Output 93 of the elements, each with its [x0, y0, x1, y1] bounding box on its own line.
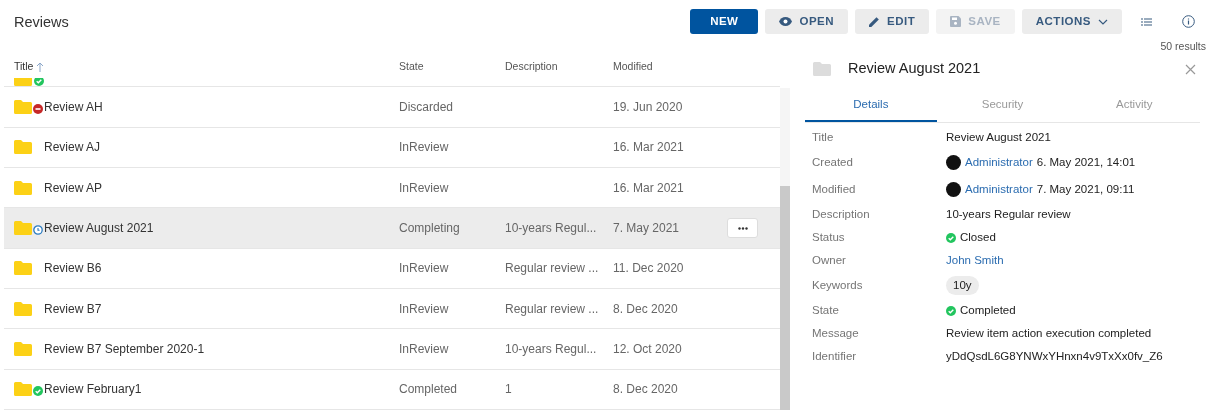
field-label: Keywords [812, 277, 864, 293]
table-cell-text: Review August 2021 [44, 220, 154, 238]
more-button[interactable] [727, 218, 758, 239]
field-value: 6. May 2021, 14:01 [1036, 154, 1136, 170]
toolbar-button[interactable]: NEW [690, 9, 759, 34]
pencil-icon [869, 16, 881, 27]
toolbar-button[interactable]: EDIT [855, 9, 930, 34]
table-cell-text: Review AJ [44, 139, 101, 157]
eye-icon [779, 17, 793, 26]
table-cell-text: Review B7 September 2020-1 [44, 341, 205, 358]
check-circle-icon [33, 386, 43, 397]
avatar-icon [946, 155, 961, 170]
toolbar-button[interactable]: ACTIONS [1021, 9, 1122, 34]
results-count: 50 results [1160, 39, 1206, 54]
clock-icon [33, 225, 43, 236]
table-cell: 1 [505, 382, 512, 397]
field-value: 7. May 2021, 09:11 [1036, 181, 1135, 197]
folder-icon [14, 100, 32, 115]
table-row[interactable]: Review August 2021 Completing 10-years Regul... 7. May 2021 [4, 208, 780, 249]
owner-link[interactable]: John Smith [946, 251, 1004, 270]
table-cell: 19. Jun 2020 [613, 100, 683, 115]
chevron-down-icon [1098, 18, 1108, 25]
sort-up-icon [36, 61, 45, 72]
folder-icon [14, 301, 32, 316]
user-link[interactable]: Administrator [965, 180, 1033, 199]
save-icon [950, 16, 962, 27]
table-cell-text: Review February1 [44, 381, 142, 399]
folder-icon [813, 62, 831, 76]
user-link[interactable]: Administrator [965, 153, 1033, 172]
column-header[interactable]: Modified [613, 59, 653, 72]
table-cell: 11. Dec 2020 [613, 261, 684, 276]
field-value: Review item action execution completed [946, 325, 1152, 341]
table-cell: Regular review ... [505, 261, 599, 276]
toolbar-button[interactable]: OPEN [765, 9, 849, 34]
check-circle-icon [946, 232, 956, 243]
status-value: Closed [960, 229, 996, 245]
table-cell: Completing [399, 221, 460, 236]
folder-icon [14, 140, 32, 155]
field-label: Identifier [812, 348, 858, 364]
field-label: Owner [812, 252, 847, 268]
table-cell: Regular review ... [505, 301, 599, 316]
folder-icon [14, 77, 32, 87]
field-label: Status [812, 229, 846, 245]
field-value: yDdQsdL6G8YNWxYHnxn4v9TxXx0fv_Z6 [946, 348, 1163, 364]
table-cell: InReview [399, 180, 449, 195]
column-header[interactable]: State [399, 59, 424, 72]
field-label: State [812, 302, 840, 318]
field-label: Description [812, 206, 871, 222]
table-cell: 16. Mar 2021 [613, 180, 684, 195]
tab[interactable]: Details [805, 90, 937, 122]
table-cell-text: Review AP [44, 179, 103, 197]
scrollbar-thumb[interactable] [780, 186, 790, 410]
table-cell: 10-years Regul... [505, 221, 597, 236]
folder-icon [14, 180, 32, 195]
page-title: Reviews [14, 13, 69, 32]
check-circle-icon [34, 77, 44, 87]
check-circle-icon [946, 305, 956, 316]
panel-title: Review August 2021 [848, 59, 982, 79]
close-icon[interactable] [1185, 63, 1196, 75]
table-cell: InReview [399, 342, 449, 356]
field-value: 10-years Regular review [946, 206, 1071, 222]
table-cell: 12. Oct 2020 [613, 342, 682, 356]
table-cell: 10-years Regul... [505, 342, 597, 356]
more-icon [737, 226, 748, 230]
table-cell: InReview [399, 261, 449, 276]
folder-icon [14, 382, 32, 397]
table-cell: Discarded [399, 100, 454, 115]
column-header[interactable]: Description [505, 59, 558, 72]
table-cell: 8. Dec 2020 [613, 301, 678, 316]
column-header[interactable]: Title [14, 58, 34, 75]
table-cell: InReview [399, 301, 449, 316]
minus-circle-icon [33, 104, 43, 115]
table-cell: 16. Mar 2021 [613, 140, 684, 155]
field-label: Message [812, 325, 860, 341]
field-label: Modified [812, 181, 857, 197]
table-cell: 7. May 2021 [613, 221, 680, 236]
table-cell: Completed [399, 382, 458, 397]
info-icon[interactable] [1182, 15, 1195, 28]
field-value: Review August 2021 [946, 129, 1051, 145]
list-icon[interactable] [1141, 17, 1152, 26]
folder-icon [14, 261, 32, 276]
table-cell-text: Review B6 [44, 260, 102, 278]
table-cell-text: Review B7 [44, 300, 102, 318]
keyword-chip: 10y [946, 275, 979, 296]
folder-icon [14, 342, 32, 356]
table-cell-text: Review AH [44, 99, 103, 117]
status-value: Completed [960, 302, 1016, 318]
field-label: Created [812, 154, 854, 170]
avatar-icon [946, 182, 961, 197]
folder-icon [14, 221, 32, 236]
field-label: Title [812, 129, 835, 145]
table-cell: 8. Dec 2020 [613, 382, 678, 397]
table-cell: InReview [399, 140, 449, 155]
